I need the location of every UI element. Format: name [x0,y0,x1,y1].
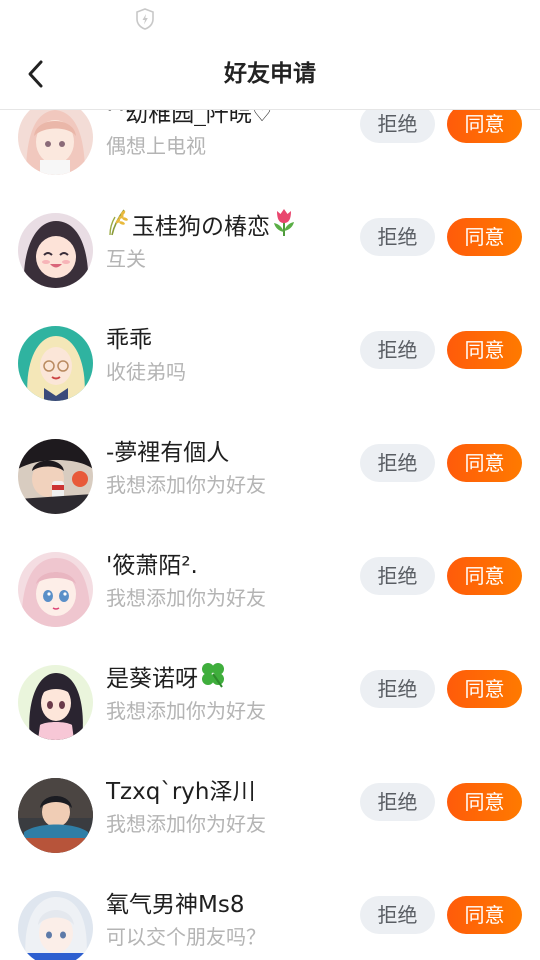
request-row: 玉桂狗の椿恋 互关 拒绝 同意 [0,197,540,310]
request-message: 我想添加你为好友 [106,586,266,610]
request-row: '筱萧陌². 我想添加你为好友 拒绝 同意 [0,536,540,649]
reject-button[interactable]: 拒绝 [360,218,435,256]
reject-button[interactable]: 拒绝 [360,110,435,143]
request-message: 可以交个朋友吗？ [106,925,266,949]
request-message: 我想添加你为好友 [106,812,266,836]
request-name: 是葵诺呀 [106,661,228,691]
request-name: 乖乖 [106,327,152,352]
reject-button[interactable]: 拒绝 [360,557,435,595]
accept-button[interactable]: 同意 [447,218,522,256]
pink-haired-girl-avatar[interactable] [18,110,93,175]
request-message: 我想添加你为好友 [106,473,266,497]
accept-button[interactable]: 同意 [447,896,522,934]
request-row: -夢裡有個人 我想添加你为好友 拒绝 同意 [0,423,540,536]
boy-on-desk-avatar[interactable] [18,778,93,853]
request-message: 互关 [106,247,146,271]
request-name: '筱萧陌². [106,553,198,578]
blue-eyed-girl-avatar[interactable] [18,552,93,627]
reject-button[interactable]: 拒绝 [360,896,435,934]
friend-request-list[interactable]: ^幼稚园_阡皖♡ 偶想上电视 拒绝 同意 玉桂狗の椿恋 互关 拒绝 同意 乖乖 … [0,110,540,960]
request-name: 玉桂狗の椿恋 [106,209,298,239]
request-name: ^幼稚园_阡皖♡ [106,110,273,126]
page-title: 好友申请 [224,61,316,87]
accept-button[interactable]: 同意 [447,331,522,369]
request-message: 偶想上电视 [106,134,206,158]
request-message: 收徒弟吗 [106,360,186,384]
request-name: -夢裡有個人 [106,440,230,465]
blonde-girl-glasses-avatar[interactable] [18,326,93,401]
status-bar [0,0,540,36]
shield-bolt-icon [134,7,156,31]
accept-button[interactable]: 同意 [447,557,522,595]
boy-drinking-avatar[interactable] [18,439,93,514]
reject-button[interactable]: 拒绝 [360,444,435,482]
request-row: 乖乖 收徒弟吗 拒绝 同意 [0,310,540,423]
dark-haired-girl-avatar[interactable] [18,665,93,740]
request-message: 我想添加你为好友 [106,699,266,723]
four-leaf-clover-icon [198,661,228,691]
accept-button[interactable]: 同意 [447,110,522,143]
reject-button[interactable]: 拒绝 [360,670,435,708]
accept-button[interactable]: 同意 [447,444,522,482]
white-haired-boy-avatar[interactable] [18,891,93,960]
request-row: 是葵诺呀 我想添加你为好友 拒绝 同意 [0,649,540,762]
accept-button[interactable]: 同意 [447,783,522,821]
reject-button[interactable]: 拒绝 [360,783,435,821]
friend-requests-screen: 好友申请 ^幼稚园_阡皖♡ 偶想上电视 拒绝 同意 玉桂狗の椿恋 互关 拒绝 同… [0,0,540,960]
request-row: 氧气男神Ms8 可以交个朋友吗？ 拒绝 同意 [0,875,540,960]
request-row: Tzxq`ryh泽川 我想添加你为好友 拒绝 同意 [0,762,540,875]
request-name: 氧气男神Ms8 [106,892,245,917]
back-button[interactable] [16,54,56,94]
wheat-sprig-icon [106,209,132,239]
tulip-icon [270,209,298,239]
reject-button[interactable]: 拒绝 [360,331,435,369]
laughing-girl-avatar[interactable] [18,213,93,288]
navigation-bar: 好友申请 [0,36,540,110]
accept-button[interactable]: 同意 [447,670,522,708]
request-name: Tzxq`ryh泽川 [106,779,256,804]
chevron-left-icon [28,60,43,88]
request-row: ^幼稚园_阡皖♡ 偶想上电视 拒绝 同意 [0,110,540,197]
